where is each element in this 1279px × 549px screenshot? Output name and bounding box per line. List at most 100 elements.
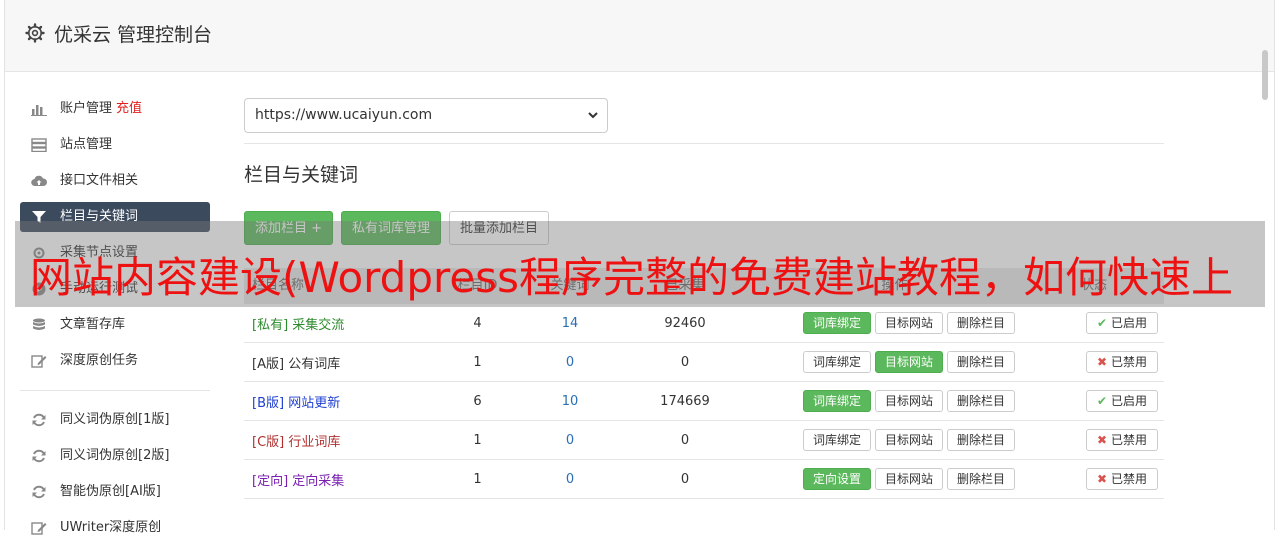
sidebar-divider [20, 390, 210, 391]
bind-library-button[interactable]: 词库绑定 [803, 312, 872, 334]
keyword-count[interactable]: 10 [535, 394, 605, 409]
column-id: 6 [473, 393, 482, 409]
column-tag: [私有] [252, 317, 289, 333]
table-row: [C版] 行业词库 1 0 0 词库绑定 目标网站 删除栏目 ✖ 已禁用 [244, 421, 1164, 460]
delete-column-button[interactable]: 删除栏目 [947, 312, 1016, 334]
row-status: ✔ 已启用 [1024, 390, 1164, 412]
table-row: [私有] 采集交流 4 14 92460 词库绑定 目标网站 删除栏目 ✔ 已启用 [244, 304, 1164, 343]
check-icon: ✔ [1097, 394, 1108, 408]
sidebar-item-synonym-v1[interactable]: 同义词伪原创[1版] [20, 405, 210, 435]
sidebar-item-label: 文章暂存库 [60, 317, 126, 332]
sidebar-item-synonym-v2[interactable]: 同义词伪原创[2版] [20, 441, 210, 471]
column-name: [定向] 定向采集 [244, 470, 420, 489]
divider [244, 143, 1164, 144]
sidebar-item-sites[interactable]: 站点管理 [20, 130, 210, 160]
chevron-down-icon [588, 112, 598, 119]
row-actions: 词库绑定 目标网站 删除栏目 [765, 312, 1024, 334]
sidebar-item-account[interactable]: 账户管理 充值 [20, 94, 210, 124]
page-title: 优采云 管理控制台 [54, 24, 213, 46]
target-site-button[interactable]: 目标网站 [875, 312, 944, 334]
column-title: 行业词库 [288, 434, 341, 450]
keyword-count[interactable]: 0 [535, 355, 605, 370]
sidebar-item-label: 账户管理 [60, 101, 113, 116]
bind-library-button[interactable]: 定向设置 [803, 468, 872, 490]
keyword-count[interactable]: 14 [535, 316, 605, 331]
status-toggle[interactable]: ✖ 已禁用 [1086, 468, 1158, 490]
sidebar: 账户管理 充值 站点管理 接口文件相关 栏目与关键词 采集节点设置 手动运行测试 … [20, 94, 210, 549]
keyword-count[interactable]: 0 [535, 472, 605, 487]
bind-library-button[interactable]: 词库绑定 [803, 390, 872, 412]
table-row: [定向] 定向采集 1 0 0 定向设置 目标网站 删除栏目 ✖ 已禁用 [244, 460, 1164, 499]
status-toggle[interactable]: ✔ 已启用 [1086, 312, 1158, 334]
status-toggle[interactable]: ✖ 已禁用 [1086, 429, 1158, 451]
row-actions: 词库绑定 目标网站 删除栏目 [765, 429, 1024, 451]
status-toggle[interactable]: ✖ 已禁用 [1086, 351, 1158, 373]
row-actions: 词库绑定 目标网站 删除栏目 [765, 351, 1024, 373]
column-title: 采集交流 [292, 317, 345, 333]
status-label: 已禁用 [1110, 433, 1147, 447]
collected-count: 92460 [664, 315, 706, 331]
sidebar-item-label: 站点管理 [60, 137, 113, 152]
refresh-icon [32, 449, 46, 463]
status-label: 已禁用 [1110, 472, 1147, 486]
row-status: ✖ 已禁用 [1024, 429, 1164, 451]
target-site-button[interactable]: 目标网站 [875, 468, 944, 490]
sidebar-item-label: 接口文件相关 [60, 173, 139, 188]
close-icon: ✖ [1097, 472, 1108, 486]
sidebar-item-label: 同义词伪原创[2版] [60, 448, 170, 463]
recharge-link[interactable]: 充值 [116, 101, 142, 116]
collected-count: 174669 [660, 393, 710, 409]
watermark-text: 网站内容建设(Wordpress程序完整的免费建站教程，如何快速上 [30, 253, 1233, 302]
sidebar-item-uwriter[interactable]: UWriter深度原创 [20, 513, 210, 543]
server-icon [31, 138, 47, 152]
column-name: [B版] 网站更新 [244, 392, 420, 411]
table-row: [B版] 网站更新 6 10 174669 词库绑定 目标网站 删除栏目 ✔ 已启用 [244, 382, 1164, 421]
site-select-value: https://www.ucaiyun.com [255, 107, 433, 123]
scrollbar[interactable] [1262, 50, 1268, 100]
refresh-icon [32, 413, 46, 427]
column-id: 1 [473, 354, 482, 370]
sidebar-item-label: 深度原创任务 [60, 353, 139, 368]
sidebar-item-ai-rewrite[interactable]: 智能伪原创[AI版] [20, 477, 210, 507]
close-icon: ✖ [1097, 433, 1108, 447]
column-name: [私有] 采集交流 [244, 314, 420, 333]
target-site-button[interactable]: 目标网站 [875, 351, 944, 373]
delete-column-button[interactable]: 删除栏目 [947, 390, 1016, 412]
row-status: ✖ 已禁用 [1024, 351, 1164, 373]
column-tag: [A版] [252, 356, 285, 372]
column-id: 4 [473, 315, 482, 331]
target-site-button[interactable]: 目标网站 [875, 429, 944, 451]
bind-library-button[interactable]: 词库绑定 [803, 429, 872, 451]
table-body: [私有] 采集交流 4 14 92460 词库绑定 目标网站 删除栏目 ✔ 已启用 [A版] 公… [244, 304, 1164, 499]
sidebar-item-article-store[interactable]: 文章暂存库 [20, 310, 210, 340]
header: 优采云 管理控制台 [5, 0, 1274, 72]
section-title: 栏目与关键词 [244, 164, 359, 186]
collected-count: 0 [680, 432, 690, 448]
delete-column-button[interactable]: 删除栏目 [947, 351, 1016, 373]
edit-icon [31, 355, 47, 368]
row-actions: 定向设置 目标网站 删除栏目 [765, 468, 1024, 490]
status-label: 已启用 [1110, 394, 1147, 408]
sidebar-item-label: 智能伪原创[AI版] [60, 484, 161, 499]
column-name: [C版] 行业词库 [244, 431, 420, 450]
row-actions: 词库绑定 目标网站 删除栏目 [765, 390, 1024, 412]
edit-icon [31, 522, 47, 535]
check-icon: ✔ [1097, 316, 1108, 330]
target-site-button[interactable]: 目标网站 [875, 390, 944, 412]
delete-column-button[interactable]: 删除栏目 [947, 429, 1016, 451]
status-toggle[interactable]: ✔ 已启用 [1086, 390, 1158, 412]
bind-library-button[interactable]: 词库绑定 [803, 351, 872, 373]
column-tag: [B版] [252, 395, 285, 411]
row-status: ✔ 已启用 [1024, 312, 1164, 334]
sidebar-item-interface[interactable]: 接口文件相关 [20, 166, 210, 196]
table-row: [A版] 公有词库 1 0 0 词库绑定 目标网站 删除栏目 ✖ 已禁用 [244, 343, 1164, 382]
keyword-count[interactable]: 0 [535, 433, 605, 448]
status-label: 已启用 [1110, 316, 1147, 330]
delete-column-button[interactable]: 删除栏目 [947, 468, 1016, 490]
sidebar-item-label: 同义词伪原创[1版] [60, 412, 170, 427]
database-icon [33, 318, 45, 330]
column-tag: [定向] [252, 473, 289, 489]
column-title: 网站更新 [288, 395, 341, 411]
site-select[interactable]: https://www.ucaiyun.com [244, 98, 608, 133]
sidebar-item-deep-original[interactable]: 深度原创任务 [20, 346, 210, 376]
